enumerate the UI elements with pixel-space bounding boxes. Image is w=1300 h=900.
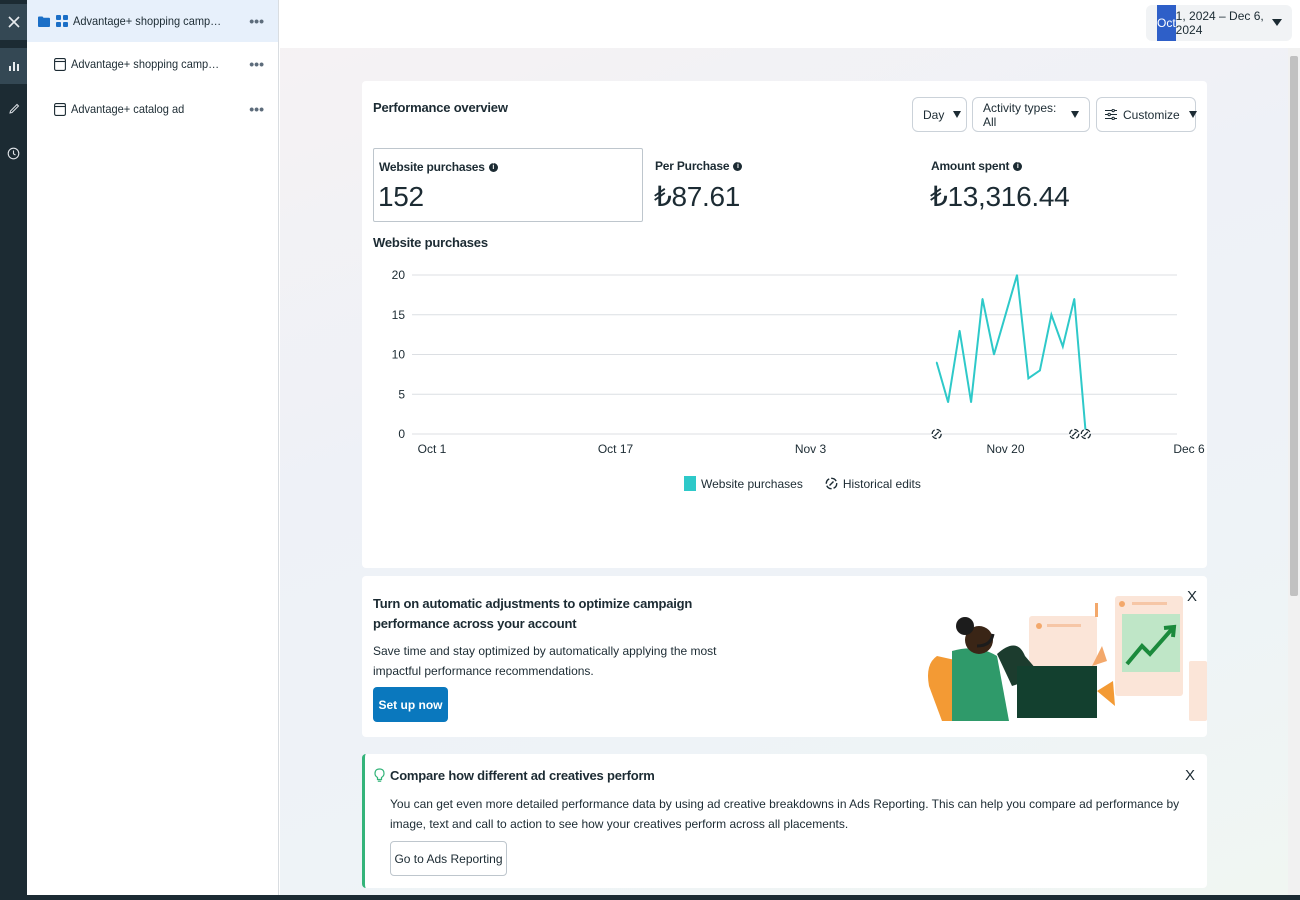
x-tick-label: Oct 1 xyxy=(418,442,447,456)
x-tick-label: Oct 17 xyxy=(598,442,634,456)
day-dropdown[interactable]: Day xyxy=(912,97,967,132)
promo-illustration xyxy=(928,596,1207,721)
info-icon[interactable]: i xyxy=(488,162,498,172)
activity-types-dropdown[interactable]: Activity types: All xyxy=(972,97,1090,132)
lightbulb-icon xyxy=(374,768,385,782)
date-range-picker[interactable]: Oct 1, 2024 – Dec 6, 2024 xyxy=(1146,5,1292,41)
x-tick-label: Nov 20 xyxy=(986,442,1024,456)
y-tick-label: 15 xyxy=(392,308,406,322)
scrollbar-thumb[interactable] xyxy=(1290,56,1298,596)
legend-edits-label: Historical edits xyxy=(842,476,921,491)
data-point xyxy=(993,353,995,356)
campaign-tree: Advantage+ shopping campaign 11... ••• A… xyxy=(27,0,279,900)
performance-overview-card: Performance overview Day Activity types:… xyxy=(362,81,1207,568)
data-point xyxy=(1027,377,1030,380)
folder-icon xyxy=(37,14,51,28)
chevron-down-icon xyxy=(1272,19,1282,26)
promo-text: Save time and stay optimized by automati… xyxy=(373,644,717,678)
day-dropdown-label: Day xyxy=(923,107,945,122)
tree-item-ad-set[interactable]: Advantage+ shopping campaign 11... ••• xyxy=(27,43,278,85)
data-point xyxy=(935,361,938,364)
data-point xyxy=(1039,369,1041,372)
customize-dropdown[interactable]: Customize xyxy=(1096,97,1197,132)
x-tick-label: Nov 3 xyxy=(795,442,827,456)
metric-label: Website purchases xyxy=(379,160,485,174)
tip-title: Compare how different ad creatives perfo… xyxy=(390,768,655,783)
tree-item-label: Advantage+ shopping campaign 11... xyxy=(73,14,222,28)
advantage-grid-icon xyxy=(55,14,69,28)
performance-title: Performance overview xyxy=(373,100,508,115)
chevron-down-icon xyxy=(953,111,962,118)
metric-per-purchase[interactable]: Per Purchase i ₺87.61 xyxy=(650,148,910,222)
x-tick-label: Dec 6 xyxy=(1173,442,1205,456)
data-point xyxy=(1050,313,1053,316)
y-tick-label: 10 xyxy=(392,348,406,362)
data-point xyxy=(947,401,949,403)
metric-value: ₺13,316.44 xyxy=(930,181,1070,212)
main-area: Oct 1, 2024 – Dec 6, 2024 Performance ov… xyxy=(280,0,1300,900)
metric-label: Amount spent xyxy=(931,159,1010,173)
metric-website-purchases[interactable]: Website purchases i 152 xyxy=(373,148,643,222)
more-options-icon[interactable]: ••• xyxy=(249,13,264,29)
historical-edit-icon xyxy=(825,477,838,490)
left-rail xyxy=(0,0,27,900)
automatic-adjustments-card: Turn on automatic adjustments to optimiz… xyxy=(362,576,1207,737)
data-point xyxy=(981,298,984,300)
tree-item-ad[interactable]: Advantage+ catalog ad ••• xyxy=(27,88,278,130)
customize-icon xyxy=(1105,109,1117,120)
tree-item-label: Advantage+ shopping campaign 11... xyxy=(71,57,220,71)
bottom-strip xyxy=(0,895,1300,900)
chart-legend: Website purchases Historical edits xyxy=(684,476,921,491)
info-icon[interactable]: i xyxy=(1013,161,1023,171)
date-range-selected-text: Oct xyxy=(1157,5,1176,41)
chart-title: Website purchases xyxy=(373,235,488,250)
legend-swatch xyxy=(684,476,696,491)
tree-item-label: Advantage+ catalog ad xyxy=(71,102,185,116)
metric-label: Per Purchase xyxy=(655,159,730,173)
clock-icon[interactable] xyxy=(0,135,27,171)
ad-icon xyxy=(53,102,67,116)
close-icon[interactable]: X xyxy=(1185,767,1195,784)
top-bar: Oct 1, 2024 – Dec 6, 2024 xyxy=(280,0,1300,48)
website-purchases-chart: 0 5 10 15 20 Oct 1 Oct 17 Nov 3 Nov 20 Dec 6 xyxy=(392,268,1205,456)
legend-historical-edits: Historical edits xyxy=(825,477,921,491)
chart-icon[interactable] xyxy=(0,48,27,84)
tip-text: You can get even more detailed performan… xyxy=(390,797,1180,831)
data-point xyxy=(1004,313,1007,316)
close-icon[interactable] xyxy=(0,4,27,40)
go-to-ads-reporting-button[interactable]: Go to Ads Reporting xyxy=(390,841,507,876)
info-icon[interactable]: i xyxy=(733,161,743,171)
compare-creatives-card: Compare how different ad creatives perfo… xyxy=(362,754,1207,888)
scrollbar[interactable] xyxy=(1288,48,1300,900)
metric-value: ₺87.61 xyxy=(654,181,741,212)
promo-title: Turn on automatic adjustments to optimiz… xyxy=(373,596,693,631)
chevron-down-icon xyxy=(1071,111,1079,118)
legend-series-label: Website purchases xyxy=(701,476,803,491)
set-up-now-button[interactable]: Set up now xyxy=(373,687,448,722)
metric-amount-spent[interactable]: Amount spent i ₺13,316.44 xyxy=(926,148,1186,222)
y-tick-label: 5 xyxy=(398,387,405,401)
chevron-down-icon xyxy=(1188,111,1197,118)
data-point xyxy=(1073,298,1076,300)
ad-set-icon xyxy=(53,57,67,71)
data-point xyxy=(1016,274,1018,276)
customize-label: Customize xyxy=(1123,107,1180,122)
y-tick-label: 20 xyxy=(392,268,406,282)
more-options-icon[interactable]: ••• xyxy=(249,56,264,72)
y-tick-label: 0 xyxy=(398,427,405,441)
more-options-icon[interactable]: ••• xyxy=(249,101,264,117)
data-point xyxy=(958,329,961,332)
pencil-icon[interactable] xyxy=(0,91,27,127)
data-point xyxy=(1062,345,1064,348)
tree-item-campaign[interactable]: Advantage+ shopping campaign 11... ••• xyxy=(27,0,278,42)
data-point xyxy=(970,401,972,403)
activity-types-label: Activity types: All xyxy=(983,100,1057,129)
metric-value: 152 xyxy=(378,181,424,212)
